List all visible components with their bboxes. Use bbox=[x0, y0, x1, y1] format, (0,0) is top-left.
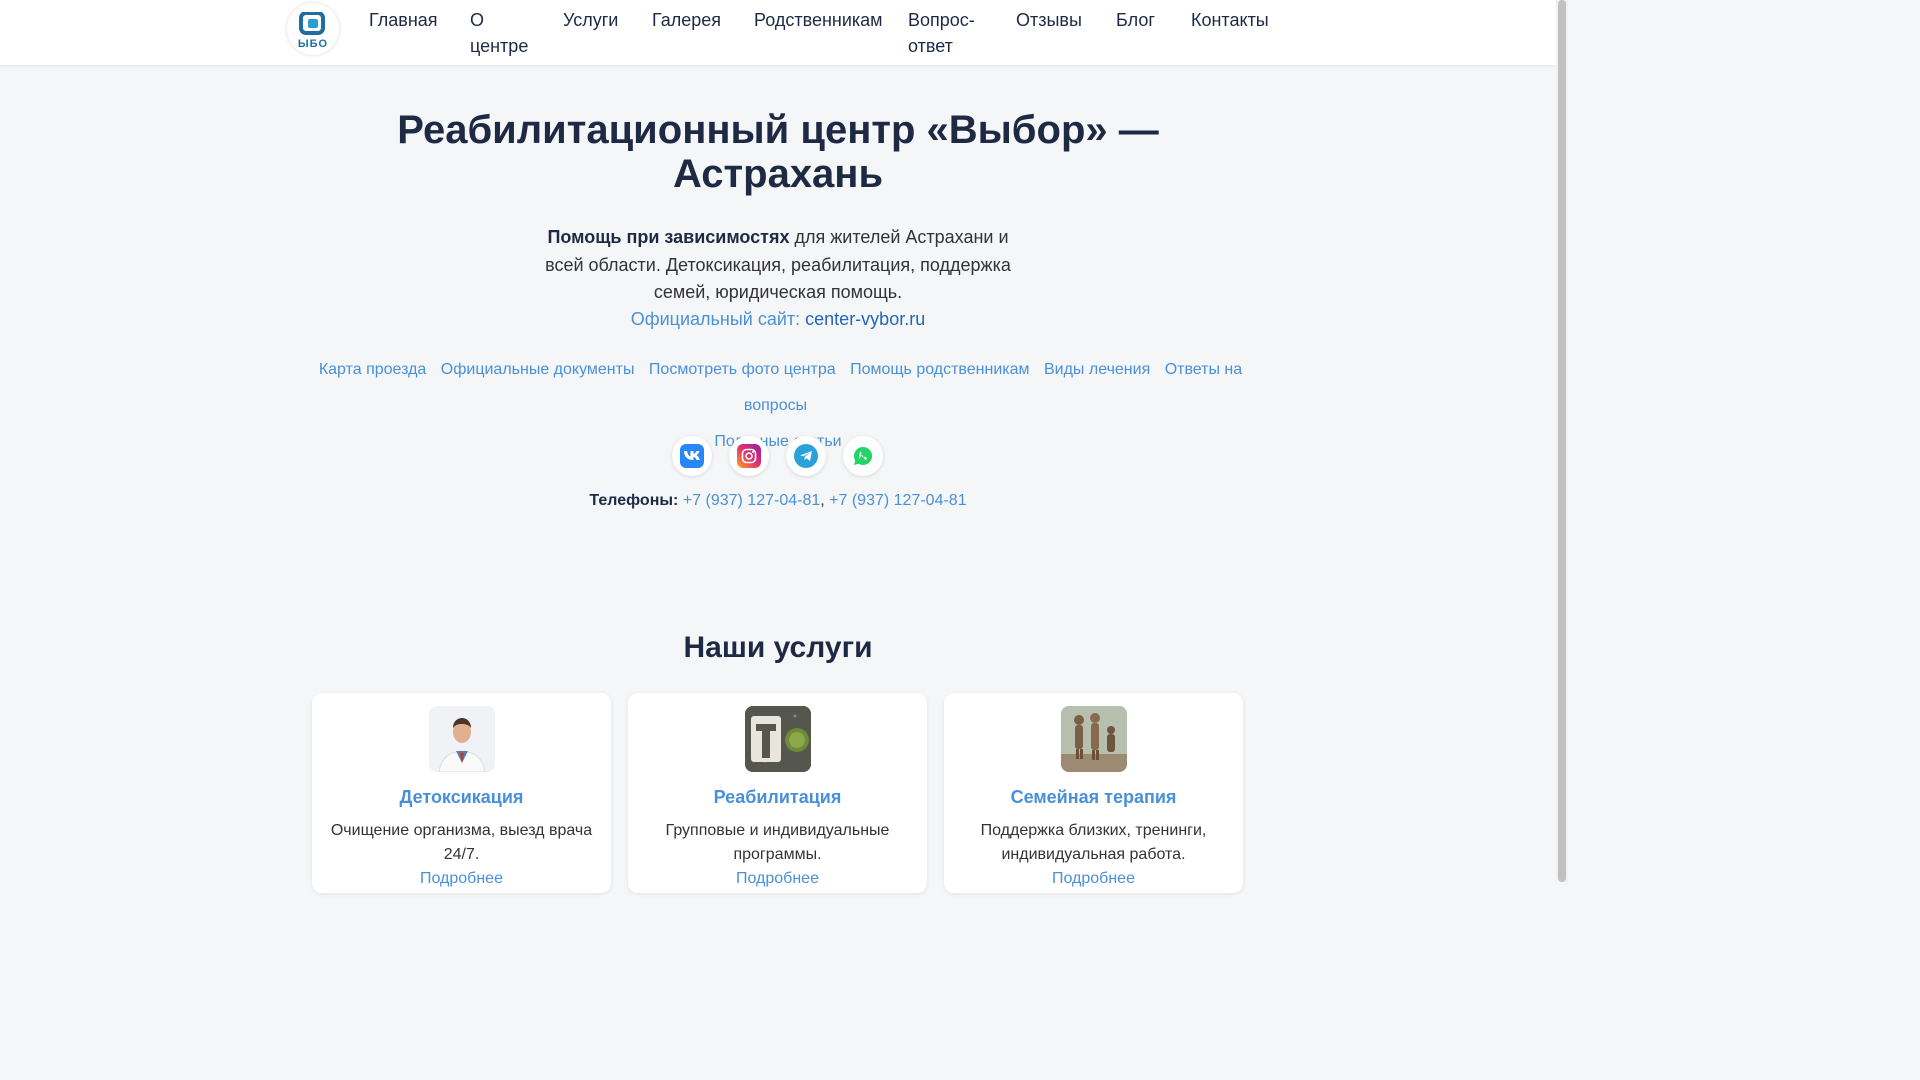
service-text-family: Поддержка близких, тренинги, индивидуаль… bbox=[980, 822, 1207, 863]
service-more-rehab[interactable]: Подробнее bbox=[736, 867, 819, 891]
phones-label: Телефоны: bbox=[589, 492, 679, 509]
link-photos[interactable]: Посмотреть фото центра bbox=[649, 361, 836, 378]
social-links bbox=[672, 436, 883, 476]
link-map[interactable]: Карта проезда bbox=[319, 361, 426, 378]
hero-description: Помощь при зависимостях для жителей Астр… bbox=[538, 224, 1018, 307]
nav-relatives[interactable]: Родственникам bbox=[754, 7, 883, 33]
social-whatsapp[interactable] bbox=[843, 436, 883, 476]
official-site-link[interactable]: Официальный сайт: center-vybor.ru bbox=[578, 306, 978, 333]
rehab-photo bbox=[744, 706, 811, 772]
phone-link-2[interactable]: +7 (937) 127-04-81 bbox=[829, 492, 966, 509]
service-text-rehab: Групповые и индивидуальные программы. bbox=[665, 822, 890, 863]
official-site-label: Официальный сайт: bbox=[630, 309, 806, 329]
link-documents[interactable]: Официальные документы bbox=[441, 361, 635, 378]
page-title: Реабилитационный центр «Выбор» — Астраха… bbox=[397, 108, 1159, 196]
instagram-icon bbox=[737, 444, 761, 468]
service-card-rehab: Реабилитация Групповые и индивидуальные … bbox=[628, 693, 927, 893]
service-more-detox[interactable]: Подробнее bbox=[420, 867, 503, 891]
hero-description-bold: Помощь при зависимостях bbox=[547, 227, 790, 247]
family-photo bbox=[1060, 706, 1127, 772]
service-more-family[interactable]: Подробнее bbox=[1052, 867, 1135, 891]
scrollbar-thumb[interactable] bbox=[1558, 0, 1566, 882]
vk-icon bbox=[680, 444, 704, 468]
services-title: Наши услуги bbox=[683, 631, 873, 664]
phone-link-1[interactable]: +7 (937) 127-04-81 bbox=[683, 492, 820, 509]
service-title-rehab: Реабилитация bbox=[713, 787, 842, 807]
nav-blog[interactable]: Блог bbox=[1116, 7, 1155, 33]
nav-about[interactable]: О центре bbox=[470, 7, 530, 59]
whatsapp-icon bbox=[851, 444, 875, 468]
phones-line: Телефоны: +7 (937) 127-04-81, +7 (937) 1… bbox=[478, 489, 1078, 513]
social-vk[interactable] bbox=[672, 436, 712, 476]
nav-contacts[interactable]: Контакты bbox=[1191, 7, 1269, 33]
site-header: ЫБО Главная О центре Услуги Галерея Родс… bbox=[0, 0, 1556, 65]
logo-text: ЫБО bbox=[297, 37, 329, 50]
phone-separator: , bbox=[820, 492, 825, 509]
service-title-family: Семейная терапия bbox=[1010, 787, 1177, 807]
page-scrollbar[interactable] bbox=[1556, 0, 1568, 882]
site-logo[interactable]: ЫБО bbox=[287, 3, 339, 55]
doctor-photo bbox=[428, 706, 495, 772]
logo-icon bbox=[299, 11, 325, 35]
nav-home[interactable]: Главная bbox=[369, 7, 438, 33]
social-instagram[interactable] bbox=[729, 436, 769, 476]
official-site-domain: center-vybor.ru bbox=[805, 309, 926, 329]
link-relatives-help[interactable]: Помощь родственникам bbox=[850, 361, 1029, 378]
telegram-icon bbox=[794, 444, 818, 468]
service-title-detox: Детоксикация bbox=[399, 787, 524, 807]
link-treatment-types[interactable]: Виды лечения bbox=[1044, 361, 1150, 378]
nav-gallery[interactable]: Галерея bbox=[652, 7, 721, 33]
nav-services[interactable]: Услуги bbox=[563, 7, 618, 33]
nav-faq[interactable]: Вопрос-ответ bbox=[908, 7, 986, 59]
service-card-family: Семейная терапия Поддержка близких, трен… bbox=[944, 693, 1243, 893]
social-telegram[interactable] bbox=[786, 436, 826, 476]
service-card-detox: Детоксикация Очищение организма, выезд в… bbox=[312, 693, 611, 893]
service-text-detox: Очищение организма, выезд врача 24/7. bbox=[330, 822, 593, 863]
nav-reviews[interactable]: Отзывы bbox=[1016, 7, 1082, 33]
